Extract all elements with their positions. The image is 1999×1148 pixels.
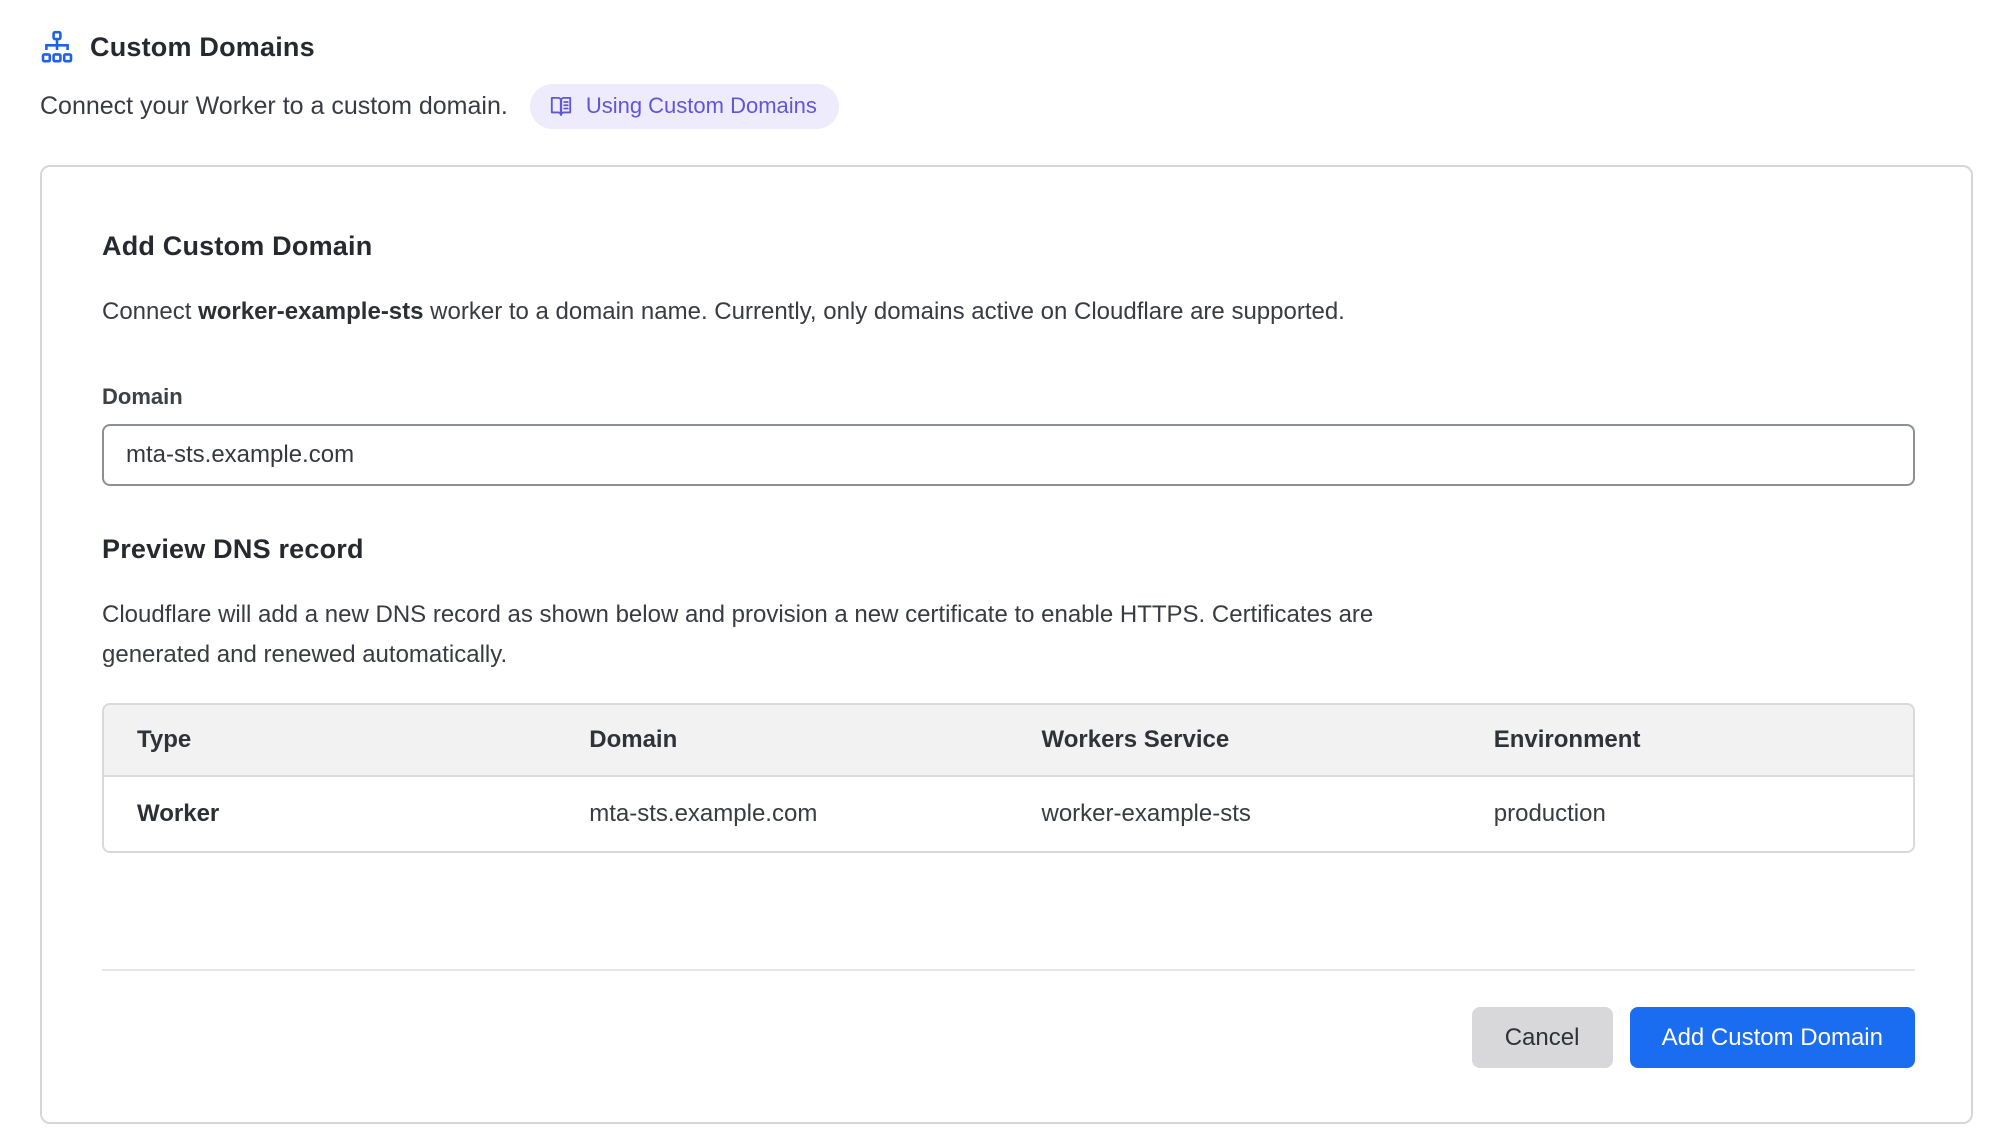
page-header: Custom Domains [40,30,1973,64]
cell-type: Worker [104,776,556,851]
page-subtitle-row: Connect your Worker to a custom domain. … [40,84,1973,129]
cell-environment: production [1461,776,1913,851]
intro-suffix: worker to a domain name. Currently, only… [424,298,1345,325]
intro-prefix: Connect [102,298,198,325]
preview-dns-heading: Preview DNS record [102,534,1911,565]
add-custom-domain-card: Add Custom Domain Connect worker-example… [40,165,1973,1124]
custom-domains-page: Custom Domains Connect your Worker to a … [0,0,1999,1124]
add-custom-domain-button[interactable]: Add Custom Domain [1630,1007,1915,1068]
using-custom-domains-docs-link[interactable]: Using Custom Domains [530,84,839,129]
dns-preview-table: Type Domain Workers Service Environment … [102,703,1915,853]
column-header-domain: Domain [556,705,1008,776]
sitemap-icon [40,30,74,64]
open-book-icon [548,93,574,119]
cell-workers-service: worker-example-sts [1009,776,1461,851]
preview-desc-line1: Cloudflare will add a new DNS record as … [102,595,1911,635]
domain-input[interactable] [102,424,1915,486]
table-header-row: Type Domain Workers Service Environment [104,705,1913,776]
column-header-workers-service: Workers Service [1009,705,1461,776]
card-intro: Connect worker-example-sts worker to a d… [102,298,1911,326]
preview-desc-line2: generated and renewed automatically. [102,635,1911,675]
card-heading: Add Custom Domain [102,231,1911,262]
page-subtitle: Connect your Worker to a custom domain. [40,92,508,121]
footer-divider [102,969,1915,971]
page-title: Custom Domains [90,32,315,63]
footer-actions: Cancel Add Custom Domain [102,1007,1915,1068]
column-header-environment: Environment [1461,705,1913,776]
docs-badge-label: Using Custom Domains [586,95,817,117]
cell-domain: mta-sts.example.com [556,776,1008,851]
domain-field-label: Domain [102,384,1911,410]
column-header-type: Type [104,705,556,776]
preview-dns-description: Cloudflare will add a new DNS record as … [102,595,1911,675]
table-row: Worker mta-sts.example.com worker-exampl… [104,776,1913,851]
worker-name: worker-example-sts [198,298,423,325]
cancel-button[interactable]: Cancel [1472,1007,1613,1068]
